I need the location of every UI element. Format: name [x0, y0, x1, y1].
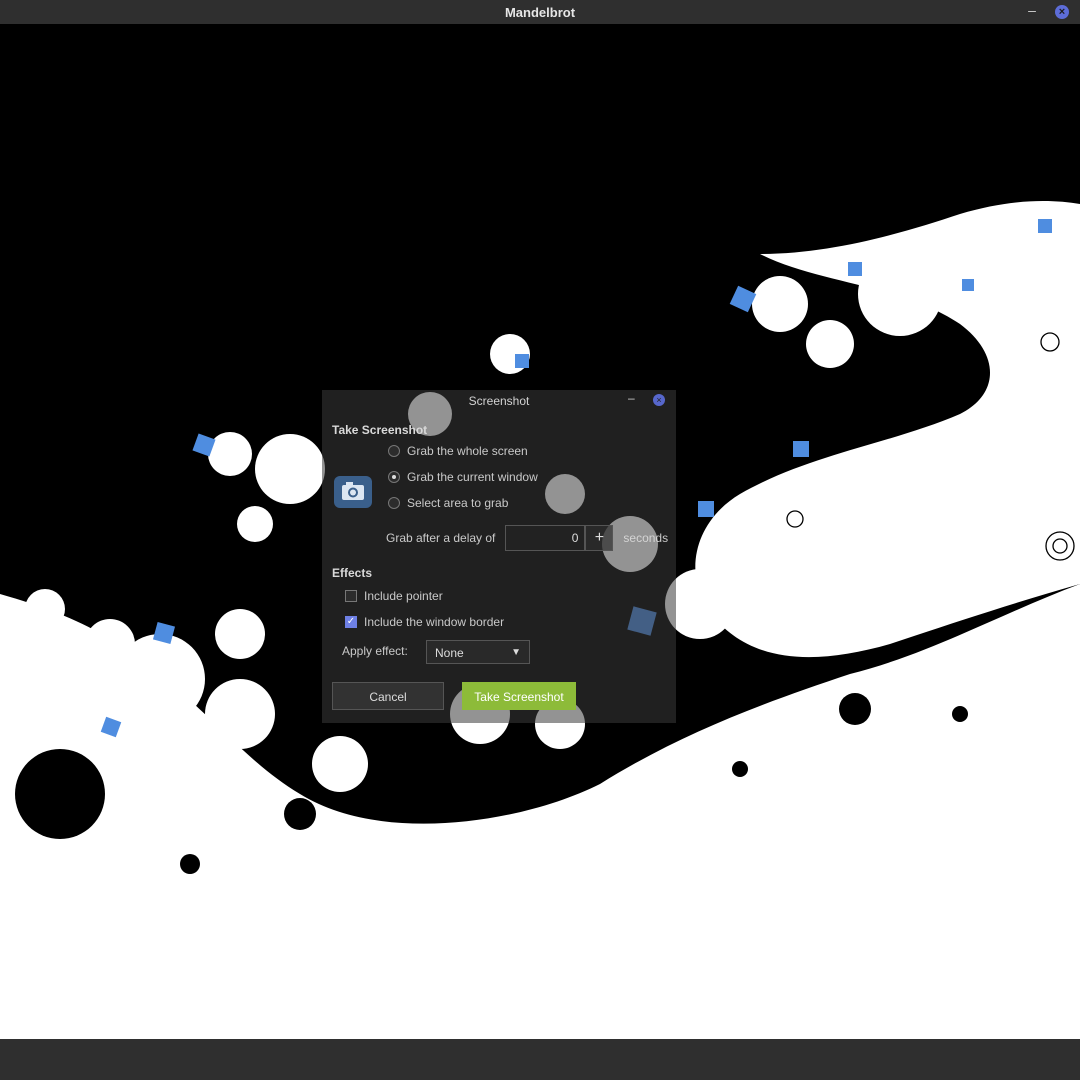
delay-input[interactable]: 0 [505, 525, 586, 551]
radio-select-area[interactable] [388, 497, 400, 509]
include-pointer-label: Include pointer [364, 589, 443, 603]
apply-effect-select[interactable]: None ▼ [426, 640, 530, 664]
include-border-row[interactable]: ✓ Include the window border [345, 614, 504, 630]
delay-label: Grab after a delay of [386, 531, 496, 545]
dialog-close-icon[interactable]: × [653, 394, 665, 406]
delay-unit: seconds [623, 531, 669, 545]
option-select-area-label: Select area to grab [407, 496, 509, 510]
chevron-down-icon: ▼ [511, 647, 521, 658]
include-pointer-row[interactable]: Include pointer [345, 588, 443, 604]
dialog-title: Screenshot [468, 394, 530, 408]
screenshot-dialog: Screenshot – × Take Screenshot Grab the … [322, 390, 676, 723]
close-icon[interactable]: × [1055, 5, 1069, 19]
option-whole-screen[interactable]: Grab the whole screen [388, 443, 528, 459]
apply-effect-label: Apply effect: [342, 644, 408, 658]
radio-current-window[interactable] [388, 471, 400, 483]
window-titlebar: Mandelbrot – × [0, 0, 1080, 24]
apply-effect-value: None [435, 646, 464, 660]
effects-heading: Effects [332, 566, 373, 580]
radio-whole-screen[interactable] [388, 445, 400, 457]
option-current-window-label: Grab the current window [407, 470, 538, 484]
include-pointer-checkbox[interactable] [345, 590, 357, 602]
minimize-icon[interactable]: – [1024, 2, 1040, 20]
option-current-window[interactable]: Grab the current window [388, 469, 538, 485]
take-screenshot-button[interactable]: Take Screenshot [462, 682, 576, 710]
window-title: Mandelbrot [504, 5, 576, 20]
include-border-label: Include the window border [364, 615, 505, 629]
mandelbrot-canvas[interactable]: Screenshot – × Take Screenshot Grab the … [0, 24, 1080, 1039]
cancel-button[interactable]: Cancel [332, 682, 444, 710]
delay-row: Grab after a delay of 0 + seconds [386, 524, 668, 552]
include-border-checkbox[interactable]: ✓ [345, 616, 357, 628]
take-screenshot-heading: Take Screenshot [332, 423, 428, 437]
option-whole-screen-label: Grab the whole screen [407, 444, 528, 458]
camera-icon [334, 476, 372, 508]
dialog-minimize-icon[interactable]: – [628, 391, 635, 405]
delay-plus-button[interactable]: + [585, 525, 614, 551]
option-select-area[interactable]: Select area to grab [388, 495, 508, 511]
panel-bottom-bar [0, 1039, 1080, 1080]
